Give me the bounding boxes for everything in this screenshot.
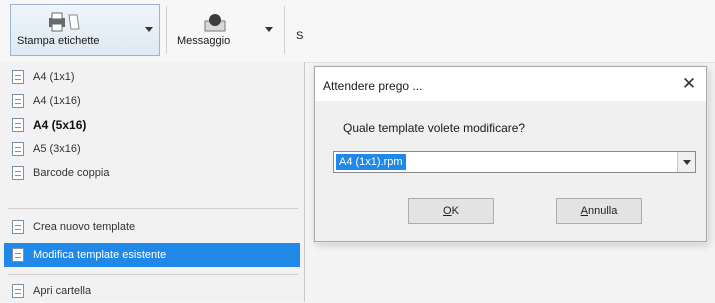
dialog-prompt: Quale template volete modificare?	[343, 121, 526, 135]
truncated-ribbon-label: S	[296, 30, 304, 42]
ribbon-divider	[166, 6, 167, 54]
print-labels-label: Stampa etichette	[17, 35, 100, 47]
menu-item-a4-5x16[interactable]: A4 (5x16)	[4, 113, 300, 137]
message-label: Messaggio	[177, 35, 231, 47]
menu-item-label: A4 (5x16)	[33, 118, 87, 132]
menu-item-label: Modifica template esistente	[33, 249, 167, 261]
ok-label-rest: K	[451, 205, 459, 217]
close-icon[interactable]: ✕	[672, 67, 706, 101]
menu-item-label: A5 (3x16)	[33, 143, 81, 155]
ribbon-toolbar: Stampa etichette Messaggio S	[0, 0, 715, 63]
chevron-down-icon[interactable]	[145, 27, 153, 32]
menu-item-a4-1x1[interactable]: A4 (1x1)	[4, 65, 300, 89]
ok-button[interactable]: OK	[408, 198, 494, 224]
template-icon	[12, 94, 24, 108]
menu-item-label: Crea nuovo template	[33, 221, 136, 233]
menu-item-a5-3x16[interactable]: A5 (3x16)	[4, 137, 300, 161]
dialog-title: Attendere prego ...	[323, 79, 423, 93]
template-icon	[12, 142, 24, 156]
menu-item-modifica-template[interactable]: Modifica template esistente	[4, 243, 300, 267]
menu-item-label: Barcode coppia	[33, 167, 110, 179]
ok-mnemonic: O	[443, 205, 452, 217]
template-select-dialog: Attendere prego ... ✕ Quale template vol…	[314, 66, 707, 242]
print-labels-button[interactable]: Stampa etichette	[10, 4, 160, 56]
cancel-mnemonic: A	[580, 205, 588, 217]
template-icon	[12, 70, 24, 84]
menu-item-label: A4 (1x1)	[33, 71, 75, 83]
template-icon	[12, 248, 24, 262]
template-icon	[12, 166, 24, 180]
printer-icon	[49, 12, 80, 32]
template-icon	[12, 220, 24, 234]
menu-item-a4-1x16[interactable]: A4 (1x16)	[4, 89, 300, 113]
cancel-label-rest: nnulla	[587, 205, 618, 217]
menu-item-barcode-coppia[interactable]: Barcode coppia	[4, 161, 300, 185]
dialog-title-bar: Attendere prego ... ✕	[315, 67, 706, 101]
menu-separator	[8, 274, 298, 275]
ribbon-divider	[284, 6, 285, 54]
cancel-button[interactable]: Annulla	[556, 198, 642, 224]
template-dropdown-menu: A4 (1x1) A4 (1x16) A4 (5x16) A5 (3x16) B…	[0, 62, 305, 302]
folder-icon	[12, 284, 24, 298]
template-combobox[interactable]: A4 (1x1).rpm	[333, 151, 696, 173]
template-icon	[12, 118, 24, 132]
menu-item-apri-cartella[interactable]: Apri cartella	[4, 279, 300, 303]
chevron-down-icon[interactable]	[265, 27, 273, 32]
message-button[interactable]: Messaggio	[170, 4, 280, 56]
message-icon	[204, 14, 226, 32]
menu-item-label: A4 (1x16)	[33, 95, 81, 107]
menu-item-crea-nuovo-template[interactable]: Crea nuovo template	[4, 215, 300, 239]
menu-separator	[8, 208, 298, 209]
menu-item-label: Apri cartella	[33, 285, 92, 297]
chevron-down-icon[interactable]	[677, 152, 695, 172]
combobox-selected-value: A4 (1x1).rpm	[336, 154, 406, 170]
